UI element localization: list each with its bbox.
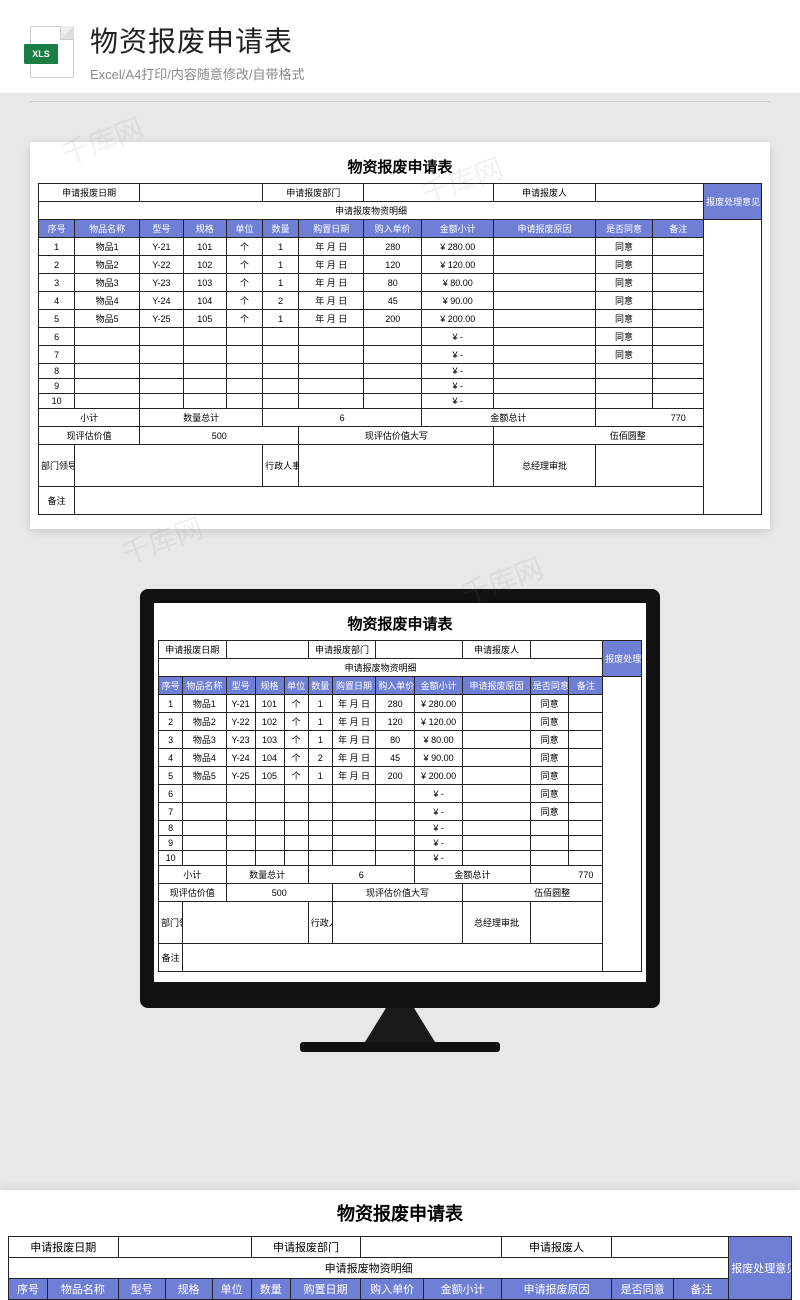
sign-row: 部门领导 行政人事 总经理审批 (159, 902, 642, 944)
totals-row: 小计 数量总计 6 金额总计 770 (39, 409, 762, 427)
table-row: 5 物品5 Y-25 105 个 1 年 月 日 200 200.00 同意 (39, 310, 762, 328)
product-subtitle: Excel/A4打印/内容随意修改/自带格式 (90, 64, 770, 83)
form-title: 物资报废申请表 (158, 613, 642, 634)
table-row: 9 - (39, 379, 762, 394)
preview-strip: 物资报废申请表 申请报废日期 申请报废部门 申请报废人 报废处理意见 申请报废物… (0, 1190, 800, 1300)
excel-file-icon: XLS (30, 26, 74, 78)
preview-stage: 物资报废申请表 申请报废日期 申请报废部门 申请报废人 报废处理意见 申请报废物… (0, 102, 800, 1052)
table-row: 4 物品4 Y-24 104 个 2 年 月 日 45 90.00 同意 (39, 292, 762, 310)
table-row: 10 - (159, 851, 642, 866)
meta-row: 申请报废日期 申请报废部门 申请报废人 报废处理意见 (39, 184, 762, 202)
preview-monitor: 物资报废申请表 申请报废日期 申请报废部门 申请报废人 报废处理意见 申请报废物… (140, 589, 660, 1052)
product-header: XLS 物资报废申请表 Excel/A4打印/内容随意修改/自带格式 (0, 0, 800, 93)
table-row: 6 - 同意 (39, 328, 762, 346)
remark-row: 备注 (39, 487, 762, 515)
preview-large: 物资报废申请表 申请报废日期 申请报废部门 申请报废人 报废处理意见 申请报废物… (30, 142, 770, 529)
table-row: 5 物品5 Y-25 105 个 1 年 月 日 200 200.00 同意 (159, 767, 642, 785)
table-row: 1 物品1 Y-21 101 个 1 年 月 日 280 280.00 同意 (39, 238, 762, 256)
table-row: 8 - (39, 364, 762, 379)
sign-row: 部门领导 行政人事 总经理审批 (39, 445, 762, 487)
scrap-form-table: 申请报废日期 申请报废部门 申请报废人 报废处理意见 申请报废物资明细 序号 物… (38, 183, 762, 515)
meta-row: 申请报废日期 申请报废部门 申请报废人 报废处理意见 (159, 641, 642, 659)
totals-row: 小计 数量总计 6 金额总计 770 (159, 866, 642, 884)
remark-row: 备注 (159, 944, 642, 972)
table-row: 9 - (159, 836, 642, 851)
table-row: 2 物品2 Y-22 102 个 1 年 月 日 120 120.00 同意 (39, 256, 762, 274)
eval-row: 现评估价值 500 现评估价值大写 伍佰圆整 (39, 427, 762, 445)
scrap-form-table: 申请报废日期 申请报废部门 申请报废人 报废处理意见 申请报废物资明细 序号 物… (158, 640, 642, 972)
table-row: 8 - (159, 821, 642, 836)
column-header-row: 序号 物品名称 型号 规格 单位 数量 购置日期 购入单价 金额小计 申请报废原… (159, 677, 642, 695)
table-row: 1 物品1 Y-21 101 个 1 年 月 日 280 280.00 同意 (159, 695, 642, 713)
opinion-header: 报废处理意见 (603, 641, 642, 677)
form-title: 物资报废申请表 (8, 1200, 792, 1226)
table-row: 3 物品3 Y-23 103 个 1 年 月 日 80 80.00 同意 (159, 731, 642, 749)
table-row: 3 物品3 Y-23 103 个 1 年 月 日 80 80.00 同意 (39, 274, 762, 292)
scrap-form-table: 申请报废日期 申请报废部门 申请报废人 报废处理意见 申请报废物资明细 序号 物… (8, 1236, 792, 1300)
eval-row: 现评估价值 500 现评估价值大写 伍佰圆整 (159, 884, 642, 902)
opinion-header: 报废处理意见 (704, 184, 762, 220)
xls-badge: XLS (24, 44, 58, 64)
column-header-row: 序号 物品名称 型号 规格 单位 数量 购置日期 购入单价 金额小计 申请报废原… (39, 220, 762, 238)
detail-header-row: 申请报废物资明细 (159, 659, 642, 677)
table-row: 4 物品4 Y-24 104 个 2 年 月 日 45 90.00 同意 (159, 749, 642, 767)
form-title: 物资报废申请表 (38, 156, 762, 177)
table-row: 6 - 同意 (159, 785, 642, 803)
product-title: 物资报废申请表 (90, 20, 770, 60)
table-row: 7 - 同意 (39, 346, 762, 364)
table-row: 2 物品2 Y-22 102 个 1 年 月 日 120 120.00 同意 (159, 713, 642, 731)
table-row: 10 - (39, 394, 762, 409)
table-row: 7 - 同意 (159, 803, 642, 821)
monitor-frame: 物资报废申请表 申请报废日期 申请报废部门 申请报废人 报废处理意见 申请报废物… (140, 589, 660, 1052)
detail-header-row: 申请报废物资明细 (39, 202, 762, 220)
